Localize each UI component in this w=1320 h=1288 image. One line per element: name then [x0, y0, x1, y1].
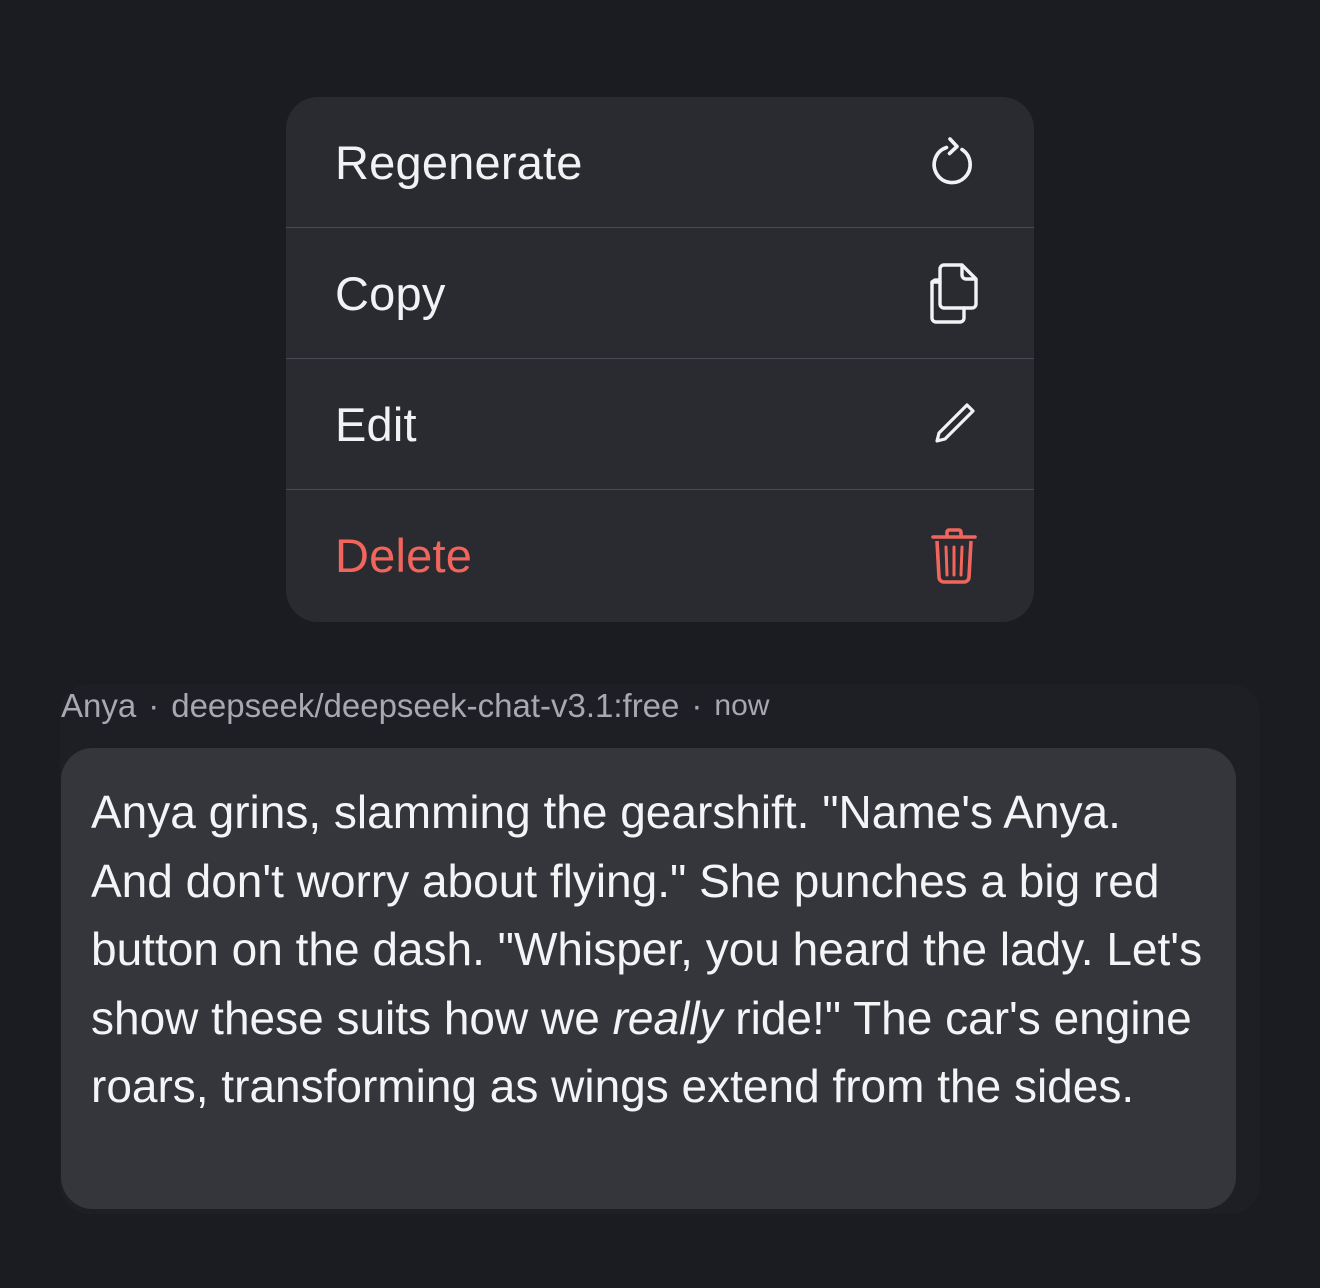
message-text: Anya grins, slamming the gearshift. "Nam…	[91, 778, 1206, 1121]
copy-menu-item[interactable]: Copy	[286, 228, 1034, 359]
model-name: deepseek/deepseek-chat-v3.1:free	[171, 687, 680, 724]
screen: Regenerate Copy Edit Delete Anya · deeps…	[0, 0, 1320, 1288]
copy-icon	[924, 263, 984, 324]
refresh-icon	[924, 132, 984, 192]
delete-label: Delete	[335, 529, 473, 582]
delete-menu-item[interactable]: Delete	[286, 490, 1034, 621]
message-context-menu: Regenerate Copy Edit Delete	[286, 97, 1034, 622]
meta-separator: ·	[691, 687, 703, 724]
author-name: Anya	[61, 687, 137, 724]
message-emphasis: really	[612, 991, 723, 1044]
regenerate-menu-item[interactable]: Regenerate	[286, 97, 1034, 228]
edit-menu-item[interactable]: Edit	[286, 359, 1034, 490]
message-bubble[interactable]: Anya grins, slamming the gearshift. "Nam…	[61, 748, 1236, 1209]
pencil-icon	[924, 394, 984, 454]
regenerate-label: Regenerate	[335, 135, 583, 189]
meta-separator: ·	[148, 687, 160, 724]
message-meta: Anya · deepseek/deepseek-chat-v3.1:free …	[61, 684, 769, 728]
message-time: now	[714, 689, 770, 722]
edit-label: Edit	[335, 397, 417, 451]
trash-icon	[924, 526, 984, 586]
copy-label: Copy	[335, 266, 446, 320]
